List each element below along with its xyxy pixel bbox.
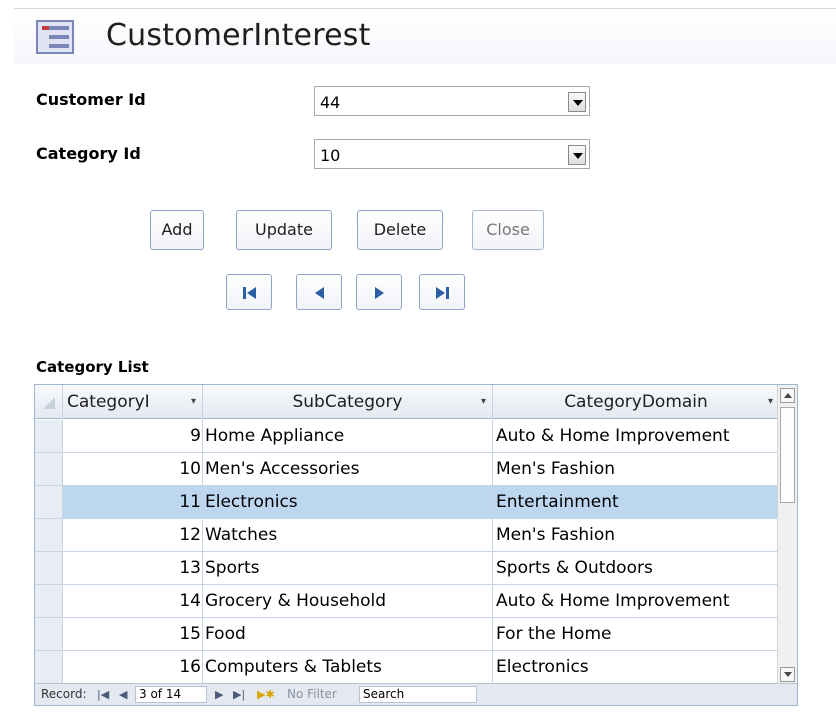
record-label: Record: (41, 687, 87, 701)
row-selector[interactable] (35, 585, 63, 617)
column-sort-arrow-icon[interactable]: ▾ (191, 385, 196, 419)
categorydomain-cell[interactable]: Electronics (493, 651, 779, 683)
row-selector[interactable] (35, 453, 63, 485)
last-record-button[interactable] (419, 274, 465, 310)
categoryid-cell[interactable]: 9 (63, 420, 203, 452)
categoryid-cell[interactable]: 13 (63, 552, 203, 584)
column-header-categoryid[interactable]: CategoryI ▾ (63, 385, 203, 419)
column-header-categorydomain[interactable]: CategoryDomain ▾ (493, 385, 779, 419)
first-record-button[interactable] (226, 274, 272, 310)
first-record-icon (243, 287, 256, 299)
column-header-label: CategoryI (67, 392, 150, 412)
table-row[interactable]: 15 Food For the Home (35, 618, 779, 651)
update-button[interactable]: Update (236, 210, 332, 250)
row-selector[interactable] (35, 486, 63, 518)
delete-button[interactable]: Delete (357, 210, 443, 250)
scroll-thumb[interactable] (780, 407, 795, 503)
next-record-button[interactable] (356, 274, 402, 310)
form-title: CustomerInterest (106, 18, 371, 53)
no-filter-indicator[interactable]: No Filter (287, 687, 337, 701)
customer-id-value[interactable]: 44 (320, 93, 340, 112)
new-record-nav-icon[interactable]: ▶✱ (257, 688, 275, 701)
subcategory-cell[interactable]: Home Appliance (203, 420, 493, 452)
table-row[interactable]: 12 Watches Men's Fashion (35, 519, 779, 552)
categorydomain-cell[interactable]: Men's Fashion (493, 519, 779, 551)
row-selector[interactable] (35, 618, 63, 650)
table-row[interactable]: 14 Grocery & Household Auto & Home Improve… (35, 585, 779, 618)
column-sort-arrow-icon[interactable]: ▾ (768, 385, 773, 419)
column-header-subcategory[interactable]: SubCategory ▾ (203, 385, 493, 419)
categoryid-cell[interactable]: 11 (63, 486, 203, 518)
column-header-label: CategoryDomain (564, 392, 708, 412)
categorydomain-cell[interactable]: Men's Fashion (493, 453, 779, 485)
categoryid-cell[interactable]: 15 (63, 618, 203, 650)
row-selector[interactable] (35, 420, 63, 452)
previous-record-button[interactable] (296, 274, 342, 310)
record-navigator: Record: |◀ ◀ 3 of 14 ▶ ▶| ▶✱ No Filter S… (35, 683, 797, 705)
row-selector[interactable] (35, 519, 63, 551)
subcategory-cell[interactable]: Men's Accessories (203, 453, 493, 485)
previous-record-icon (315, 287, 324, 299)
previous-record-nav-icon[interactable]: ◀ (119, 688, 127, 701)
categoryid-cell[interactable]: 10 (63, 453, 203, 485)
datasheet-header: CategoryI ▾ SubCategory ▾ CategoryDomain… (35, 385, 779, 419)
next-record-icon (375, 287, 384, 299)
table-row[interactable]: 13 Sports Sports & Outdoors (35, 552, 779, 585)
last-record-nav-icon[interactable]: ▶| (233, 688, 245, 701)
search-input[interactable]: Search (359, 686, 477, 703)
subcategory-cell[interactable]: Food (203, 618, 493, 650)
subcategory-cell[interactable]: Electronics (203, 486, 493, 518)
first-record-nav-icon[interactable]: |◀ (97, 688, 109, 701)
subcategory-cell[interactable]: Computers & Tablets (203, 651, 493, 683)
form-title-bar: CustomerInterest (14, 8, 836, 64)
customer-id-label: Customer Id (36, 90, 146, 109)
category-id-combobox[interactable]: 10 (314, 139, 590, 169)
form-icon (36, 20, 74, 54)
scroll-down-arrow-icon[interactable] (780, 667, 795, 682)
table-row[interactable]: 9 Home Appliance Auto & Home Improvement (35, 420, 779, 453)
categorydomain-cell[interactable]: Auto & Home Improvement (493, 585, 779, 617)
customer-id-dropdown-button[interactable] (568, 92, 586, 112)
column-sort-arrow-icon[interactable]: ▾ (481, 385, 486, 419)
table-row[interactable]: 10 Men's Accessories Men's Fashion (35, 453, 779, 486)
category-id-value[interactable]: 10 (320, 146, 340, 165)
categorydomain-cell[interactable]: For the Home (493, 618, 779, 650)
categorydomain-cell[interactable]: Sports & Outdoors (493, 552, 779, 584)
categoryid-cell[interactable]: 14 (63, 585, 203, 617)
category-list-datasheet[interactable]: CategoryI ▾ SubCategory ▾ CategoryDomain… (34, 384, 798, 706)
categoryid-cell[interactable]: 16 (63, 651, 203, 683)
row-selector[interactable] (35, 552, 63, 584)
current-record-field[interactable]: 3 of 14 (135, 686, 207, 703)
close-button[interactable]: Close (472, 210, 544, 250)
categoryid-cell[interactable]: 12 (63, 519, 203, 551)
subcategory-cell[interactable]: Grocery & Household (203, 585, 493, 617)
category-id-dropdown-button[interactable] (568, 145, 586, 165)
subcategory-cell[interactable]: Watches (203, 519, 493, 551)
categorydomain-cell[interactable]: Auto & Home Improvement (493, 420, 779, 452)
row-selector[interactable] (35, 651, 63, 683)
select-all-corner[interactable] (35, 385, 63, 419)
subcategory-cell[interactable]: Sports (203, 552, 493, 584)
table-row[interactable]: 11 Electronics Entertainment (35, 486, 779, 519)
last-record-icon (436, 287, 449, 299)
table-row[interactable]: 16 Computers & Tablets Electronics (35, 651, 779, 684)
scroll-up-arrow-icon[interactable] (780, 388, 795, 403)
customer-id-combobox[interactable]: 44 (314, 86, 590, 116)
category-list-label: Category List (36, 358, 149, 376)
vertical-scrollbar[interactable] (777, 385, 797, 685)
add-button[interactable]: Add (150, 210, 204, 250)
next-record-nav-icon[interactable]: ▶ (215, 688, 223, 701)
column-header-label: SubCategory (292, 392, 403, 412)
categorydomain-cell[interactable]: Entertainment (493, 486, 779, 518)
category-id-label: Category Id (36, 144, 141, 163)
